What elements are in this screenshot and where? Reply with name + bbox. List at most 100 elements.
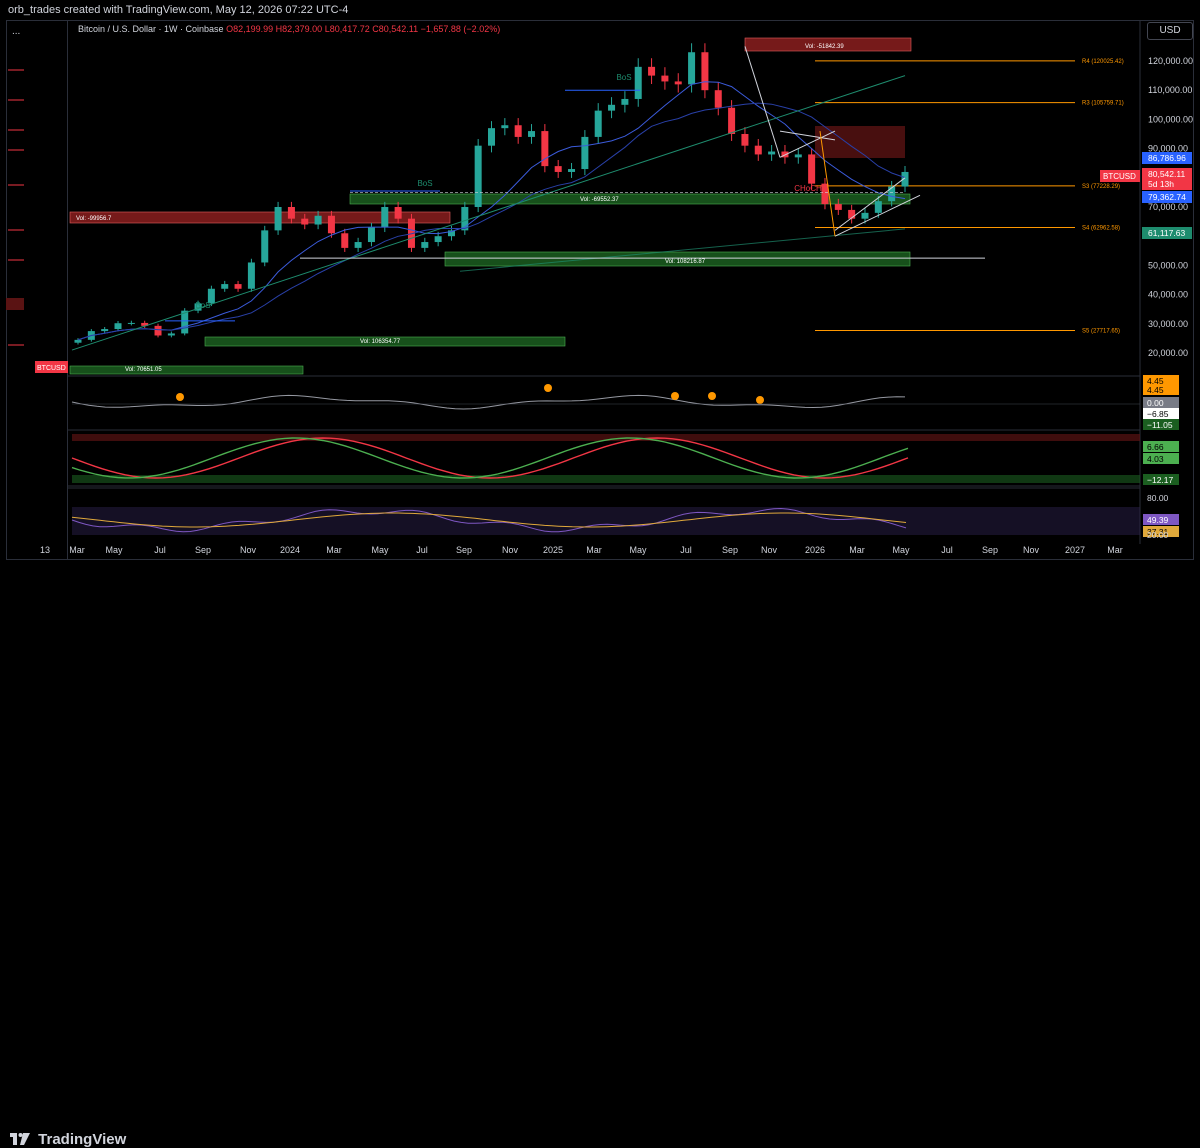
candle-body — [861, 212, 869, 219]
main-chart-svg[interactable]: Mar May Jul Sep Nov 2024 Mar May Jul Sep Nov 2025 Ma… — [0, 0, 1200, 599]
x-tick-label: May — [892, 545, 910, 555]
oscillator-line — [71, 394, 906, 410]
candle-body — [741, 134, 749, 146]
oscillator-dot — [756, 396, 764, 404]
candle-body — [474, 145, 482, 207]
y-tick-label: 110,000.00 — [1148, 85, 1192, 95]
tradingview-logo[interactable]: TradingView — [10, 1131, 126, 1148]
x-tick-label: Sep — [982, 545, 998, 555]
oscillator-dot — [708, 392, 716, 400]
x-tick-label: Jul — [416, 545, 428, 555]
x-tick-label: Mar — [1107, 545, 1123, 555]
indicator-tick-label: 80.00 — [1147, 493, 1169, 503]
candle-body — [488, 128, 495, 146]
x-tick-label: Nov — [761, 545, 778, 555]
candle-body — [834, 204, 842, 210]
zone-label: Vol: 70651.05 — [125, 367, 162, 373]
candle-body — [701, 52, 709, 91]
candle-body — [661, 75, 669, 82]
candle-body — [621, 98, 629, 105]
pattern-line — [744, 46, 781, 158]
pivot-level-label: S3 (77228.29) — [1082, 184, 1120, 190]
y-tick-label: 30,000.00 — [1148, 319, 1188, 329]
oscillator-dot — [671, 392, 679, 400]
price-label-text: 61,117.63 — [1148, 228, 1185, 238]
zone-label: Vol: 106354.77 — [360, 339, 401, 345]
candle-body — [554, 166, 562, 172]
candle-body — [381, 207, 389, 228]
candle-body — [261, 230, 269, 263]
annotation-label: BoS — [616, 73, 631, 82]
price-label-text: 5d 13h — [1148, 179, 1174, 189]
candle-body — [421, 242, 429, 248]
indicator-tick-label: 6.66 — [1147, 442, 1164, 452]
annotation-label: BoS — [417, 179, 432, 188]
pivot-level-label: S5 (27717.65) — [1082, 328, 1120, 334]
y-tick-label: 40,000.00 — [1148, 290, 1188, 300]
candle-body — [274, 207, 282, 231]
x-tick-label: Jul — [941, 545, 953, 555]
candle-body — [594, 110, 602, 137]
x-tick-label: Jul — [680, 545, 692, 555]
x-tick-label: Mar — [326, 545, 342, 555]
zone-box — [69, 211, 451, 224]
indicator-tick-label: −6.85 — [1147, 409, 1169, 419]
candle-body — [528, 131, 536, 137]
candle-body — [808, 154, 816, 184]
candle-body — [221, 284, 229, 289]
indicator-tick-label: 20.00 — [1147, 530, 1169, 540]
left-bottom-label: 13 — [40, 545, 50, 555]
symbol-tag-text: BTCUSD — [1103, 172, 1136, 181]
oscillator-dot — [544, 384, 552, 392]
x-tick-label: Sep — [722, 545, 738, 555]
x-tick-label: 2025 — [543, 545, 563, 555]
tradingview-logo-text: TradingView — [38, 1131, 127, 1148]
indicator-tick-label: 4.45 — [1147, 385, 1164, 395]
pivot-level-label: R3 (105759.71) — [1082, 101, 1124, 107]
y-tick-label: 70,000.00 — [1148, 202, 1188, 212]
annotation-label: BoS — [195, 301, 210, 310]
rsi-band — [72, 507, 1140, 535]
candle-body — [581, 136, 589, 170]
price-label-text: 79,362.74 — [1148, 192, 1186, 202]
candle-body — [314, 215, 322, 225]
candle-body — [634, 66, 642, 99]
candle-body — [688, 52, 696, 85]
left-mini-zone — [6, 298, 24, 310]
candle-body — [354, 242, 362, 248]
indicator-tick-label: −11.05 — [1147, 420, 1173, 430]
oversold-band — [72, 475, 1140, 483]
footer: TradingView — [0, 560, 1200, 1148]
y-tick-label: 120,000.00 — [1148, 56, 1193, 66]
zone-label: Vol: -51842.39 — [805, 44, 844, 50]
candle-body — [888, 186, 896, 202]
stochastic-line — [71, 437, 909, 479]
zone-box — [69, 365, 304, 375]
candle-body — [327, 215, 335, 234]
indicator-tick-label: −12.17 — [1147, 475, 1174, 485]
candle-body — [127, 322, 135, 324]
candle-body — [674, 81, 682, 85]
indicator-tick-label: 4.03 — [1147, 454, 1164, 464]
candle-body — [514, 125, 522, 137]
candle-body — [167, 333, 175, 336]
candle-body — [394, 207, 402, 219]
candle-body — [754, 145, 762, 155]
x-tick-label: Mar — [849, 545, 865, 555]
oscillator-dot — [176, 393, 184, 401]
x-tick-label: Jul — [154, 545, 166, 555]
left-symbol-badge-text: BTCUSD — [37, 365, 66, 372]
price-label-text: 80,542.11 — [1148, 169, 1185, 179]
pivot-level-label: R4 (120025.42) — [1082, 59, 1124, 65]
supply-area — [815, 126, 905, 158]
candle-body — [794, 154, 802, 158]
x-tick-label: 2024 — [280, 545, 300, 555]
candle-body — [568, 169, 576, 172]
tradingview-logo-icon — [10, 1133, 30, 1145]
y-tick-label: 20,000.00 — [1148, 348, 1188, 358]
zone-label: Vol: -69552.37 — [580, 197, 619, 203]
x-tick-label: Mar — [69, 545, 85, 555]
pivot-level-label: S4 (62962.58) — [1082, 226, 1120, 232]
y-tick-label: 100,000.00 — [1148, 114, 1193, 124]
candle-body — [608, 104, 616, 111]
